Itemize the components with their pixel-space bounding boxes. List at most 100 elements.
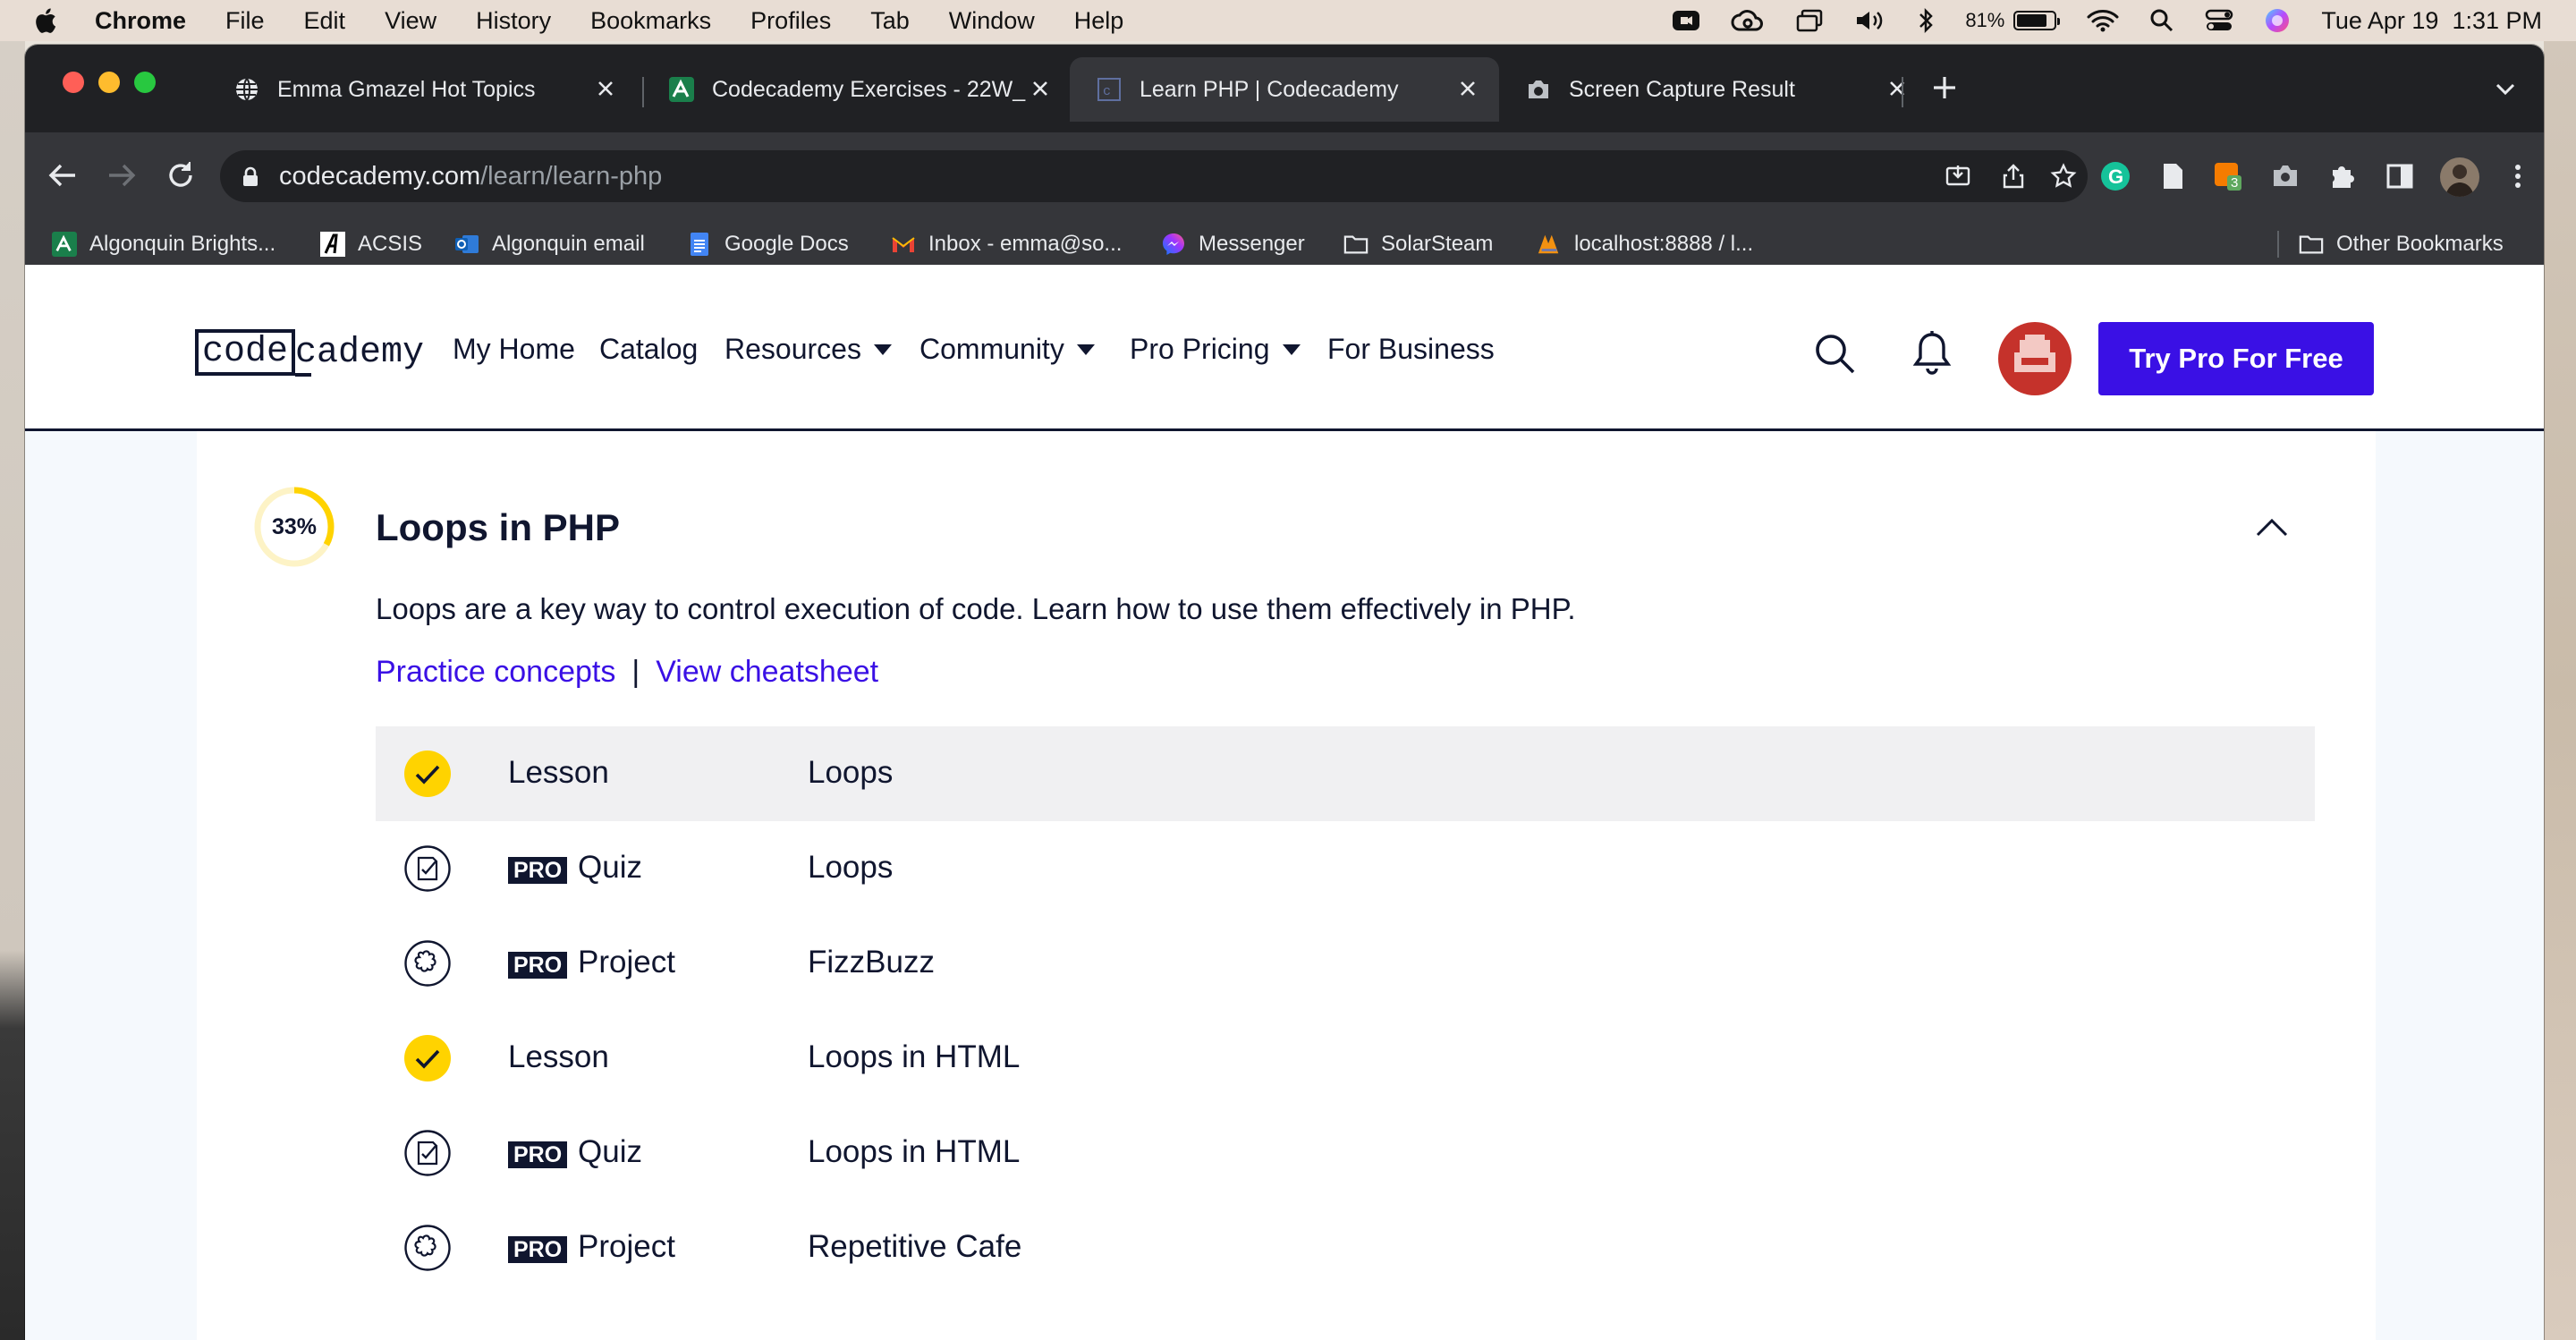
window-overlap-icon[interactable] [1795,8,1824,33]
creative-cloud-icon[interactable] [1731,8,1765,33]
codecademy-logo[interactable]: code cademy [195,329,424,377]
url-domain: codecademy.com [279,162,481,191]
install-app-icon[interactable] [1945,163,1971,190]
forward-arrow-icon[interactable] [104,157,140,193]
bookmarks-separator [2277,231,2279,258]
content-item-row[interactable]: PRO Quiz Loops [376,821,2315,916]
minimize-window-button[interactable] [98,72,120,93]
close-tab-icon[interactable] [594,77,617,100]
spotlight-search-icon[interactable] [2149,8,2174,33]
nav-resources[interactable]: Resources [724,333,892,366]
nav-label: For Business [1327,333,1495,365]
content-item-row[interactable]: Lesson Loops in HTML [376,1011,2315,1106]
bookmark-label: ACSIS [358,232,423,256]
algonquin-icon [52,232,77,257]
bookmark-messenger[interactable]: Messenger [1161,224,1305,265]
close-window-button[interactable] [63,72,84,93]
bookmark-folder-solarsteam[interactable]: SolarSteam [1343,224,1493,265]
content-type: Quiz [578,1134,642,1169]
lock-icon[interactable] [242,166,259,188]
nav-community[interactable]: Community [919,333,1095,366]
bookmark-acsis[interactable]: ACSIS [320,224,422,265]
address-bar[interactable]: codecademy.com/learn/learn-php [220,150,2088,202]
back-arrow-icon[interactable] [45,157,80,193]
menu-profiles[interactable]: Profiles [750,7,831,35]
new-tab-icon[interactable] [1928,72,1961,104]
wifi-icon[interactable] [2087,8,2119,33]
notification-bell-icon[interactable] [1911,329,1953,376]
content-item-row[interactable]: Lesson Loops [376,726,2315,821]
grammarly-icon[interactable]: G [2100,161,2131,191]
menu-bar-clock[interactable]: Tue Apr 19 1:31 PM [2321,7,2542,35]
other-bookmarks-folder[interactable]: Other Bookmarks [2299,224,2504,265]
reload-icon[interactable] [163,157,199,193]
side-panel-icon[interactable] [2385,161,2415,191]
bookmark-algonquin-email[interactable]: Algonquin email [454,224,645,265]
profile-avatar[interactable] [2440,157,2479,197]
tab-learn-php[interactable]: c Learn PHP | Codecademy [1070,57,1499,122]
menu-window[interactable]: Window [949,7,1035,35]
control-center-icon[interactable] [2205,8,2233,33]
nav-my-home[interactable]: My Home [453,333,575,366]
content-type: Project [578,1229,675,1264]
chevron-up-icon[interactable] [2254,513,2290,540]
messenger-icon [1161,232,1186,257]
tab-screen-capture[interactable]: Screen Capture Result [1499,57,1928,122]
user-avatar[interactable] [1998,322,2072,395]
zoom-window-button[interactable] [134,72,156,93]
chrome-menu-icon[interactable] [2503,161,2533,191]
nav-for-business[interactable]: For Business [1327,333,1495,366]
volume-icon[interactable] [1854,8,1886,33]
share-icon[interactable] [2000,163,2027,190]
menu-bookmarks[interactable]: Bookmarks [590,7,711,35]
siri-icon[interactable] [2264,7,2291,34]
content-item-row[interactable]: PRO Quiz Loops in HTML [376,1106,2315,1200]
module-card: 33% Loops in PHP Loops are a key way to … [197,431,2376,1340]
bluetooth-icon[interactable] [1917,7,1935,34]
svg-text:G: G [2108,165,2123,188]
apple-logo-icon[interactable] [32,6,57,35]
nav-pro-pricing[interactable]: Pro Pricing [1130,333,1301,366]
tab-title: Learn PHP | Codecademy [1140,76,1399,102]
screenshot-extension-icon[interactable] [2270,161,2301,191]
menu-history[interactable]: History [476,7,551,35]
url-path: /learn/learn-php [480,162,663,191]
extensions-puzzle-icon[interactable] [2327,161,2358,191]
close-tab-icon[interactable] [1456,77,1479,100]
battery-icon [2013,11,2061,30]
tab-search-chevron-icon[interactable] [2494,77,2517,100]
docs-icon [687,232,712,257]
gmail-icon [891,232,916,257]
practice-concepts-link[interactable]: Practice concepts [376,655,615,690]
menu-tab[interactable]: Tab [870,7,910,35]
content-item-row[interactable]: PRO Project FizzBuzz [376,916,2315,1011]
pro-badge: PRO [508,857,568,884]
bookmark-algonquin-brightspace[interactable]: Algonquin Brights... [52,224,275,265]
search-icon[interactable] [1812,331,1857,376]
extension-with-badge-icon[interactable]: 3 [2213,161,2243,191]
menu-edit[interactable]: Edit [304,7,346,35]
logo-boxed-text: code [195,329,296,376]
close-tab-icon[interactable] [1029,77,1052,100]
battery-percent: 81% [1965,9,2005,31]
bookmark-star-icon[interactable] [2050,163,2077,190]
close-tab-icon[interactable] [1885,77,1909,100]
view-cheatsheet-link[interactable]: View cheatsheet [656,655,878,690]
nav-catalog[interactable]: Catalog [599,333,698,366]
bookmark-gmail-inbox[interactable]: Inbox - emma@so... [891,224,1122,265]
camera-status-icon[interactable] [1672,8,1700,33]
bookmark-localhost-phpmyadmin[interactable]: localhost:8888 / l... [1537,224,1753,265]
document-extension-icon[interactable] [2157,161,2188,191]
tab-codecademy-exercises[interactable]: Codecademy Exercises - 22W_ [642,57,1072,122]
battery-fill [2017,14,2046,27]
bookmark-google-docs[interactable]: Google Docs [687,224,849,265]
tab-emma-gmazel[interactable]: Emma Gmazel Hot Topics [208,57,637,122]
content-item-row[interactable]: PRO Project Repetitive Cafe [376,1200,2315,1295]
menu-app-name[interactable]: Chrome [95,7,186,35]
menu-view[interactable]: View [385,7,436,35]
battery-indicator[interactable]: 81% [1965,9,2061,32]
menu-file[interactable]: File [225,7,265,35]
menu-bar-status-items: 81% Tue Apr 19 1:31 PM [1672,0,2542,41]
menu-help[interactable]: Help [1074,7,1124,35]
try-pro-button[interactable]: Try Pro For Free [2098,322,2374,395]
